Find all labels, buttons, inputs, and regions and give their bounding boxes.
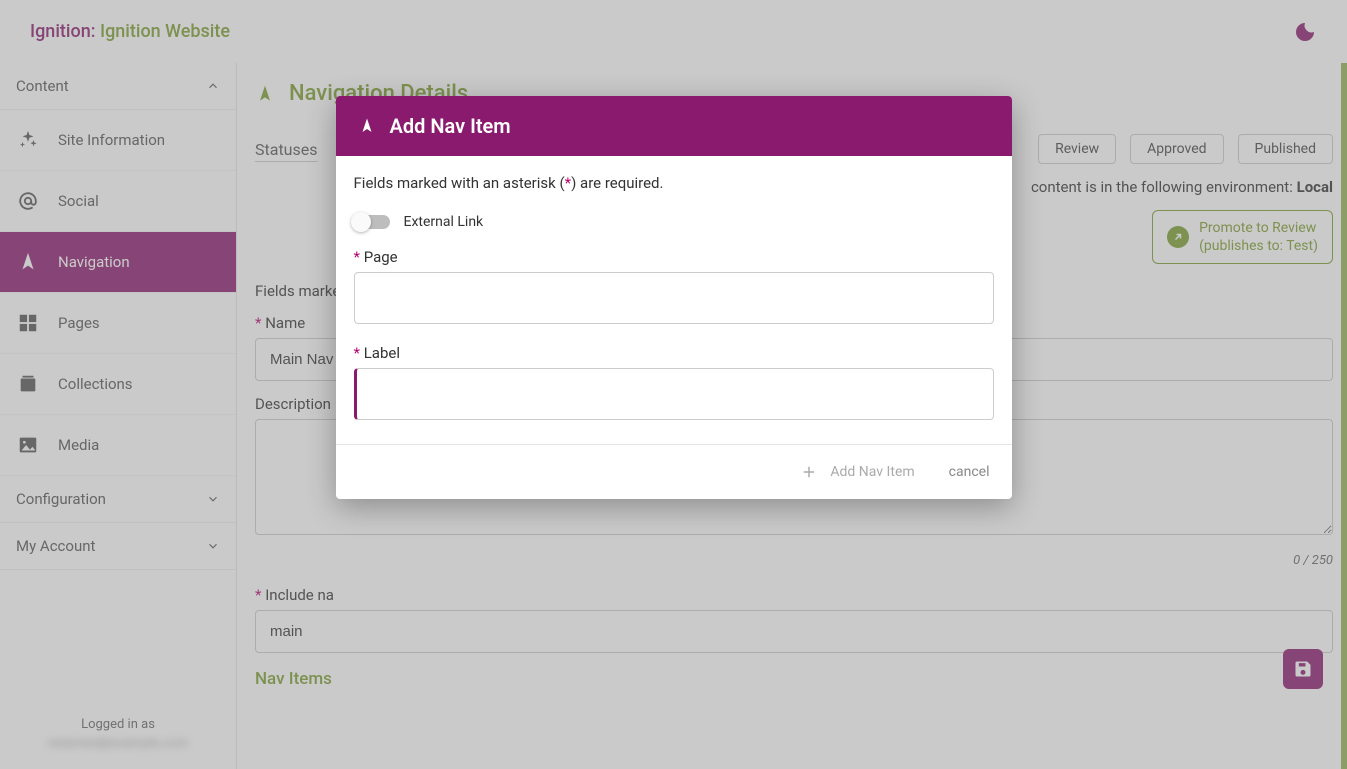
dialog-required-note: Fields marked with an asterisk (*) are r… bbox=[354, 174, 994, 192]
cancel-button[interactable]: cancel bbox=[949, 464, 990, 480]
modal-overlay[interactable]: Add Nav Item Fields marked with an aster… bbox=[0, 0, 1347, 769]
navigation-icon bbox=[358, 117, 376, 135]
page-label: * Page bbox=[354, 248, 994, 266]
add-nav-item-dialog: Add Nav Item Fields marked with an aster… bbox=[336, 96, 1012, 499]
field-label: * Label bbox=[354, 344, 994, 420]
label-label: * Label bbox=[354, 344, 994, 362]
dialog-header: Add Nav Item bbox=[336, 96, 1012, 156]
external-link-toggle[interactable] bbox=[354, 215, 390, 229]
dialog-body: Fields marked with an asterisk (*) are r… bbox=[336, 156, 1012, 444]
add-nav-item-button[interactable]: Add Nav Item bbox=[800, 463, 914, 481]
external-link-label: External Link bbox=[404, 214, 484, 230]
dialog-title: Add Nav Item bbox=[390, 114, 511, 138]
page-input[interactable] bbox=[354, 272, 994, 324]
external-link-row: External Link bbox=[354, 214, 994, 230]
dialog-actions: Add Nav Item cancel bbox=[336, 444, 1012, 499]
field-page: * Page bbox=[354, 248, 994, 324]
add-button-label: Add Nav Item bbox=[830, 464, 914, 480]
label-input[interactable] bbox=[354, 368, 994, 420]
plus-icon bbox=[800, 463, 818, 481]
